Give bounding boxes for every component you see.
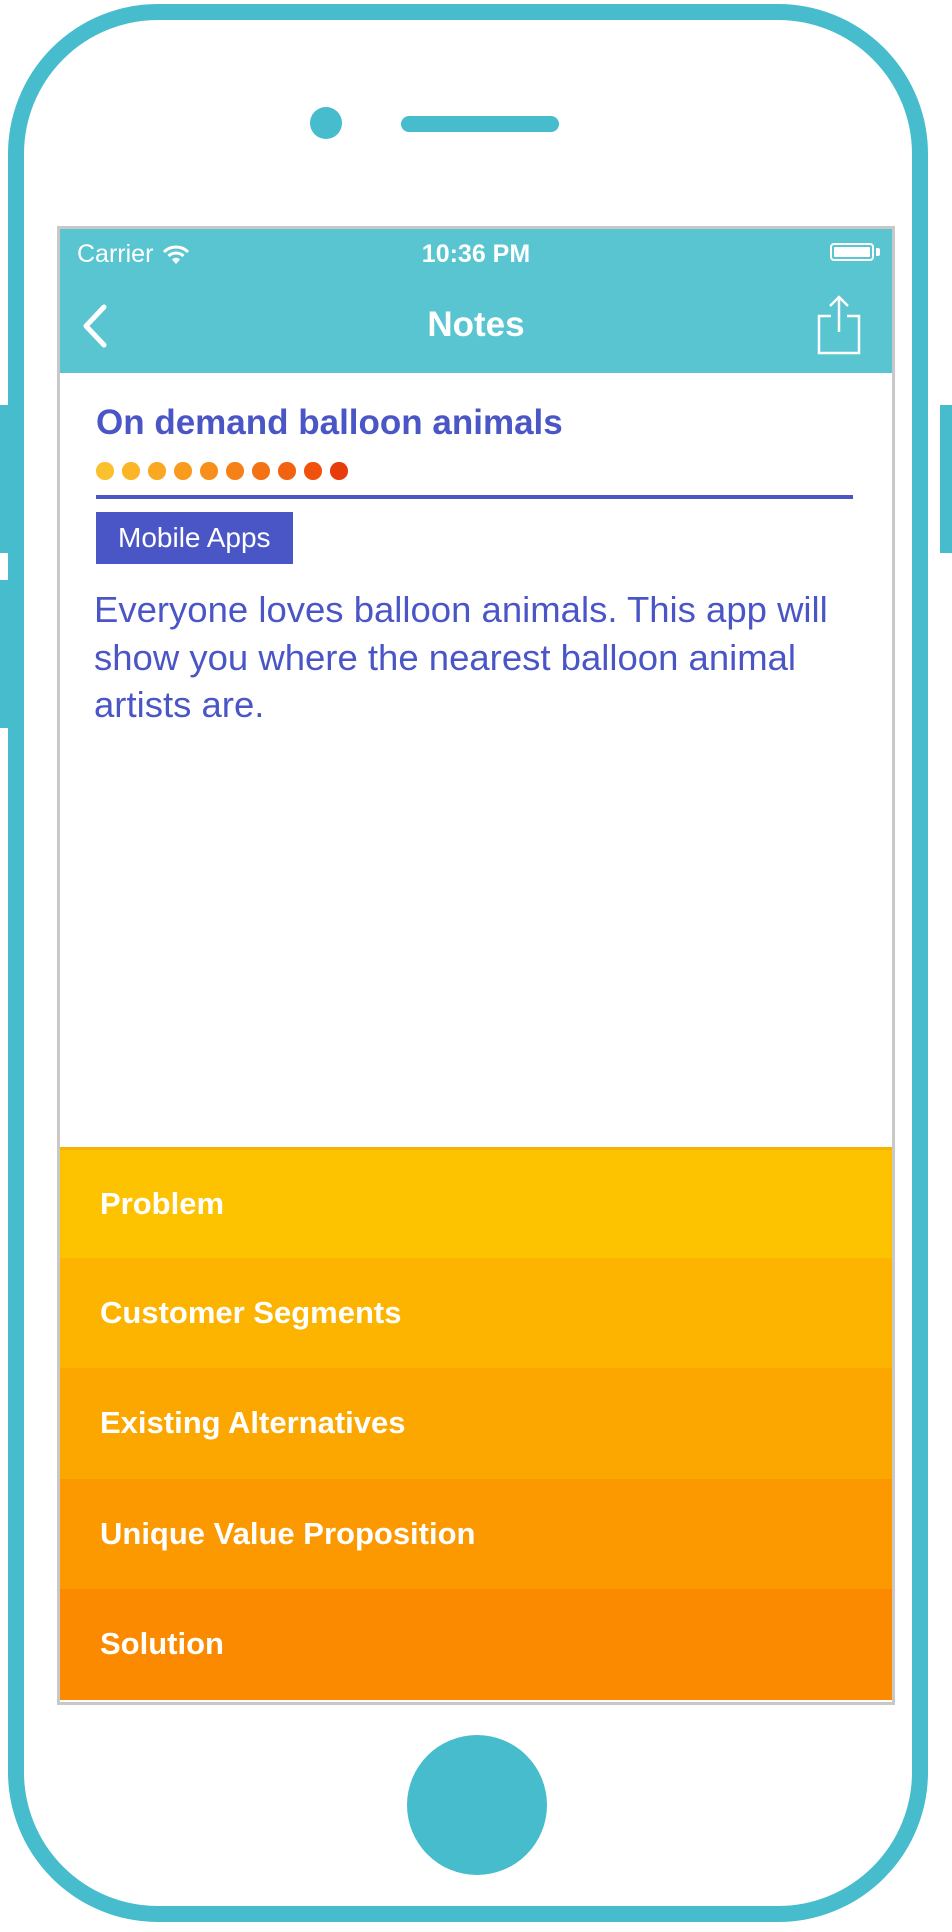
title-divider xyxy=(96,495,853,499)
rating-dot xyxy=(252,462,270,480)
section-list: Problem Customer Segments Existing Alter… xyxy=(60,1147,892,1700)
rating-dot xyxy=(304,462,322,480)
volume-up-button xyxy=(0,405,12,553)
share-icon xyxy=(816,295,862,360)
section-label: Problem xyxy=(100,1185,225,1221)
section-label: Solution xyxy=(100,1626,224,1662)
note-title: On demand balloon animals xyxy=(96,403,563,442)
status-time: 10:36 PM xyxy=(421,240,531,268)
status-bar: Carrier 10:36 PM xyxy=(60,229,892,279)
note-body[interactable]: Everyone loves balloon animals. This app… xyxy=(94,586,854,729)
volume-down-button xyxy=(0,580,12,728)
section-label: Unique Value Proposition xyxy=(100,1515,476,1551)
rating-dot xyxy=(226,462,244,480)
note-content: On demand balloon animals Mobile Apps Ev… xyxy=(60,373,892,1147)
power-button xyxy=(940,405,952,553)
section-label: Existing Alternatives xyxy=(100,1405,406,1441)
section-label: Customer Segments xyxy=(100,1294,402,1330)
screen: Carrier 10:36 PM Notes On demand balloon… xyxy=(57,226,895,1705)
rating-dot xyxy=(122,462,140,480)
category-tag[interactable]: Mobile Apps xyxy=(96,512,293,564)
rating-dot xyxy=(148,462,166,480)
home-button[interactable] xyxy=(407,1735,547,1875)
rating-dot xyxy=(96,462,114,480)
battery-icon xyxy=(830,243,880,263)
page-title: Notes xyxy=(427,305,525,344)
top-bar: Carrier 10:36 PM Notes xyxy=(60,229,892,373)
section-unique-value-proposition[interactable]: Unique Value Proposition xyxy=(60,1478,892,1589)
rating-dots xyxy=(96,462,858,480)
section-existing-alternatives[interactable]: Existing Alternatives xyxy=(60,1368,892,1479)
share-button[interactable] xyxy=(816,294,862,356)
rating-dot xyxy=(174,462,192,480)
section-solution[interactable]: Solution xyxy=(60,1589,892,1700)
section-customer-segments[interactable]: Customer Segments xyxy=(60,1257,892,1368)
earpiece-speaker xyxy=(401,116,559,132)
front-camera xyxy=(310,107,342,139)
rating-dot xyxy=(278,462,296,480)
rating-dot xyxy=(330,462,348,480)
section-problem[interactable]: Problem xyxy=(60,1147,892,1258)
navigation-bar: Notes xyxy=(60,279,892,373)
rating-dot xyxy=(200,462,218,480)
